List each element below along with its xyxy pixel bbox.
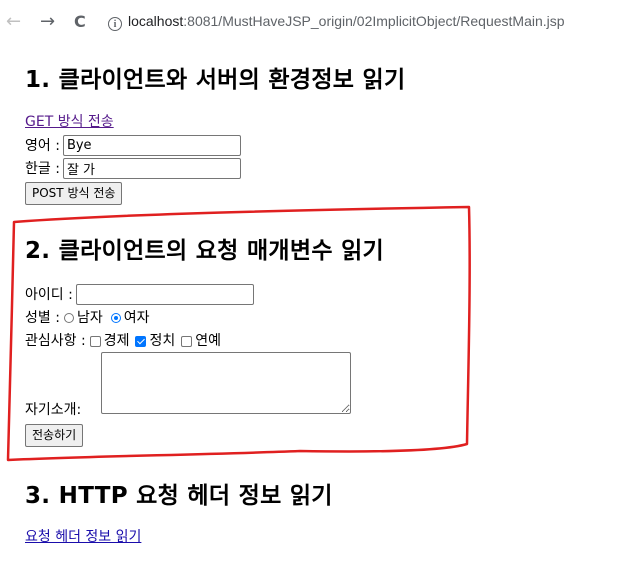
- get-method-link[interactable]: GET 방식 전송: [25, 111, 114, 131]
- intro-label: 자기소개:: [25, 402, 82, 418]
- section2-heading: 2. 클라이언트의 요청 매개변수 읽기: [25, 238, 385, 264]
- post-submit-button[interactable]: POST 방식 전송: [25, 182, 123, 205]
- english-input[interactable]: [62, 135, 241, 156]
- english-label: 영어 :: [25, 137, 60, 154]
- section3-heading: 3. HTTP 요청 헤더 정보 읽기: [25, 483, 333, 509]
- id-label: 아이디 :: [25, 286, 73, 303]
- interest-politics-checkbox[interactable]: [135, 335, 147, 347]
- korean-row: 한글 :: [25, 158, 241, 179]
- gender-male-radio[interactable]: [63, 313, 74, 323]
- intro-textarea[interactable]: [101, 352, 351, 414]
- interest-entertainment-label: 연예: [195, 333, 221, 349]
- request-header-link[interactable]: 요청 헤더 정보 읽기: [25, 526, 141, 546]
- interest-economy-checkbox[interactable]: [89, 335, 101, 347]
- intro-label-row: 자기소개:: [25, 400, 81, 420]
- section1-heading: 1. 클라이언트와 서버의 환경정보 읽기: [25, 67, 406, 93]
- interest-economy-label: 경제: [103, 333, 130, 349]
- gender-row: 성별 : 남자 여자: [25, 308, 149, 328]
- gender-female-radio[interactable]: [110, 313, 121, 323]
- submit-button[interactable]: 전송하기: [25, 424, 84, 447]
- korean-input[interactable]: [62, 158, 241, 179]
- gender-label: 성별 :: [25, 310, 60, 326]
- gender-male-label: 남자: [76, 310, 103, 326]
- interest-row: 관심사항 : 경제 정치 연예: [25, 331, 221, 351]
- english-row: 영어 :: [25, 135, 241, 156]
- gender-female-label: 여자: [123, 310, 150, 326]
- korean-label: 한글 :: [25, 160, 60, 177]
- interest-label: 관심사항 :: [25, 333, 86, 349]
- id-row: 아이디 :: [25, 284, 254, 305]
- interest-politics-label: 정치: [149, 333, 176, 349]
- interest-entertainment-checkbox[interactable]: [181, 335, 193, 347]
- id-input[interactable]: [75, 284, 254, 305]
- page-content: 1. 클라이언트와 서버의 환경정보 읽기 GET 방식 전송 영어 : 한글 …: [0, 0, 635, 561]
